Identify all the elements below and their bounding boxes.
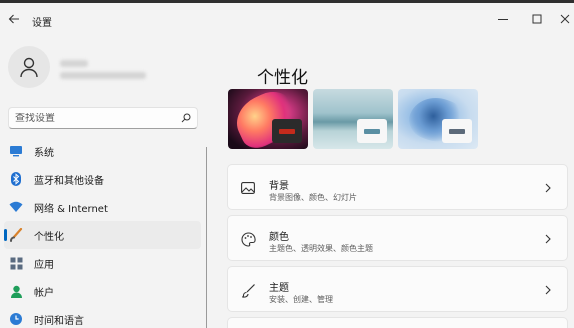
sidebar-item-label: 蓝牙和其他设备: [34, 175, 104, 187]
brush-icon: [240, 282, 256, 298]
sidebar-item-time-language[interactable]: 时间和语言: [4, 305, 201, 328]
globe-clock-icon: [9, 312, 23, 326]
account-icon: [9, 284, 23, 298]
account-name-redacted: [60, 60, 88, 67]
theme-thumbnail-lake[interactable]: [313, 89, 393, 149]
title-bar: 设置: [0, 3, 574, 35]
minimize-icon: [498, 19, 508, 20]
apps-icon: [9, 256, 23, 270]
sidebar-item-label: 系统: [34, 147, 54, 159]
monitor-icon: [9, 144, 23, 158]
theme-window-preview: [357, 119, 387, 143]
maximize-icon: [532, 14, 542, 24]
card-title: 颜色: [269, 232, 289, 243]
theme-window-preview: [442, 119, 472, 143]
sidebar-item-system[interactable]: 系统: [4, 137, 201, 165]
wifi-icon: [9, 200, 23, 214]
palette-icon: [240, 231, 256, 247]
sidebar-item-label: 帐户: [34, 287, 54, 299]
sidebar-scrollbar[interactable]: [206, 147, 207, 328]
card-subtitle: 背景图像、颜色、幻灯片: [269, 193, 357, 202]
sidebar-nav: 系统 蓝牙和其他设备 网络 & Internet 个性化 应用 帐户 时间和语言: [0, 137, 205, 328]
bluetooth-icon: [9, 172, 23, 186]
chevron-right-icon: [543, 233, 553, 245]
chevron-right-icon: [543, 182, 553, 194]
page-title: 个性化: [257, 68, 308, 88]
settings-card-background[interactable]: 背景 背景图像、颜色、幻灯片: [227, 164, 568, 210]
search-icon[interactable]: [181, 113, 191, 123]
brush-icon: [9, 228, 23, 242]
back-button[interactable]: [6, 11, 22, 27]
settings-card-themes[interactable]: 主题 安装、创建、管理: [227, 266, 568, 312]
close-button[interactable]: [556, 10, 574, 28]
sidebar-item-bluetooth[interactable]: 蓝牙和其他设备: [4, 165, 201, 193]
settings-card-colors[interactable]: 颜色 主题色、透明效果、颜色主题: [227, 215, 568, 261]
card-subtitle: 主题色、透明效果、颜色主题: [269, 244, 373, 253]
settings-search-box[interactable]: [8, 107, 198, 129]
sidebar-item-label: 时间和语言: [34, 315, 84, 327]
minimize-button[interactable]: [494, 10, 512, 28]
sidebar-item-label: 个性化: [34, 231, 64, 243]
sidebar-item-apps[interactable]: 应用: [4, 249, 201, 277]
avatar[interactable]: [8, 46, 50, 88]
theme-thumbnail-dark-bloom[interactable]: [228, 89, 308, 149]
sidebar-item-personalization[interactable]: 个性化: [4, 221, 201, 249]
user-icon: [20, 57, 38, 78]
theme-window-preview: [272, 119, 302, 143]
sidebar-item-label: 应用: [34, 259, 54, 271]
sidebar-item-accounts[interactable]: 帐户: [4, 277, 201, 305]
app-title: 设置: [32, 18, 52, 29]
close-icon: [560, 14, 570, 24]
theme-thumbnail-light-bloom[interactable]: [398, 89, 478, 149]
sidebar-item-network[interactable]: 网络 & Internet: [4, 193, 201, 221]
maximize-button[interactable]: [528, 10, 546, 28]
image-icon: [240, 180, 256, 196]
chevron-right-icon: [543, 284, 553, 296]
back-arrow-icon: [8, 14, 19, 24]
search-input[interactable]: [15, 112, 181, 124]
card-title: 背景: [269, 181, 289, 192]
account-email-redacted: [60, 72, 146, 79]
card-title: 主题: [269, 283, 289, 294]
sidebar-item-label: 网络 & Internet: [34, 203, 108, 215]
card-subtitle: 安装、创建、管理: [269, 295, 333, 304]
settings-card-partial[interactable]: [227, 317, 568, 328]
